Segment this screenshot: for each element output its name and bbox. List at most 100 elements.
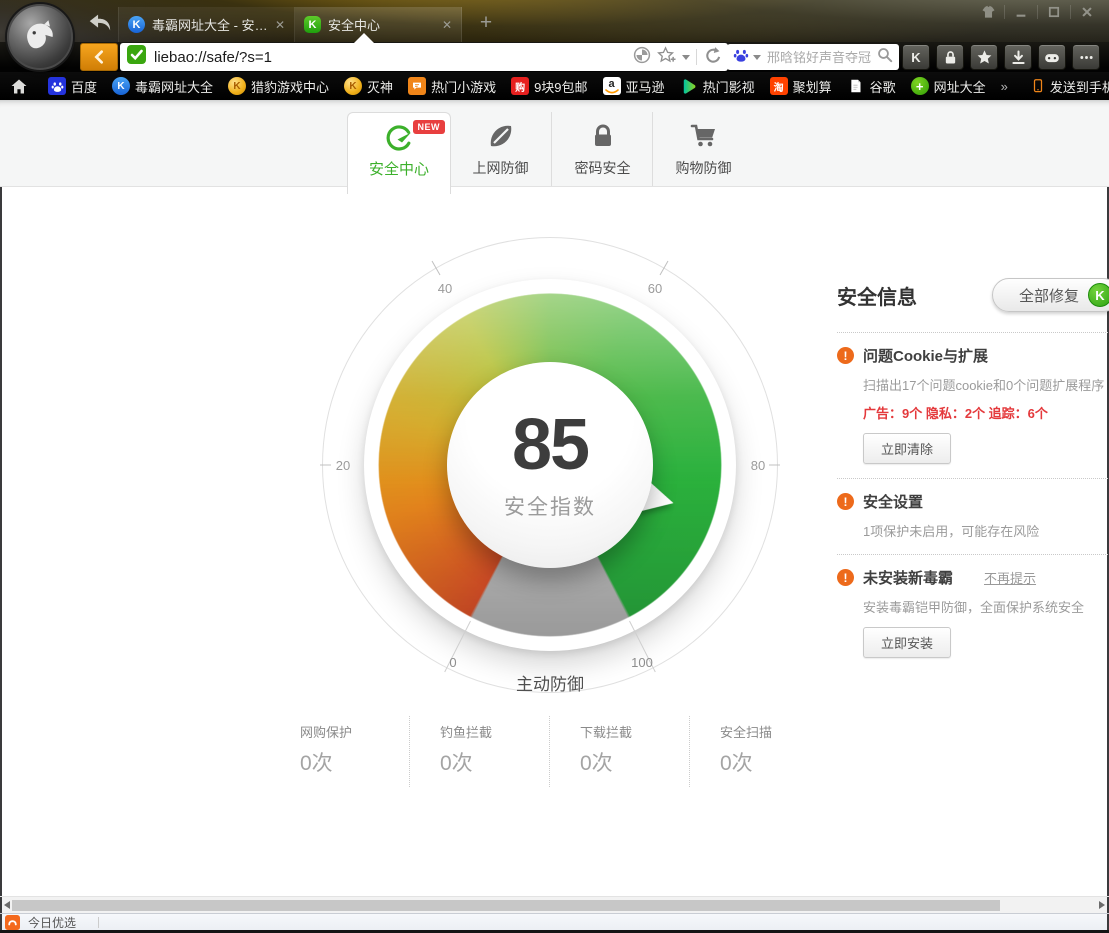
bookmark-mieshen[interactable]: K 灭神 [344, 77, 393, 96]
gou-shopping-icon: 购 [511, 77, 529, 95]
bookmark-label: 网址大全 [934, 77, 986, 96]
tab-label: 购物防御 [653, 158, 754, 178]
item-title: 未安装新毒霸 [863, 567, 953, 588]
tick-0: 0 [449, 655, 456, 670]
back-history-icon[interactable] [86, 10, 112, 39]
privacy-lock-button[interactable] [936, 44, 964, 70]
alert-icon: ! [837, 493, 854, 510]
tab-close-icon[interactable]: ✕ [442, 18, 452, 32]
bookmark-site-nav[interactable]: + 网址大全 [911, 77, 986, 96]
bookmark-google[interactable]: 谷歌 [847, 77, 896, 96]
duba-k-icon: K [112, 77, 130, 95]
url-input[interactable] [152, 48, 627, 67]
bookmark-game-center[interactable]: K 猎豹游戏中心 [228, 77, 329, 96]
more-menu-button[interactable] [1072, 44, 1100, 70]
new-tab-button[interactable]: + [472, 9, 500, 37]
tab-safe-center[interactable]: NEW 安全中心 [347, 112, 451, 194]
tick-100: 100 [631, 655, 653, 670]
chevron-down-icon[interactable] [682, 55, 690, 60]
scrollbar-thumb[interactable] [12, 900, 1000, 911]
safe-k-icon: K [304, 16, 321, 33]
bookmarks-overflow-chevrons[interactable]: » [1001, 79, 1009, 94]
scroll-left-arrow[interactable] [4, 901, 10, 909]
daily-picks-label[interactable]: 今日优选 [28, 914, 76, 931]
cheetah-boost-icon[interactable] [633, 46, 651, 69]
theme-shirt-icon[interactable] [978, 3, 998, 21]
navigation-bar: K [0, 42, 1109, 72]
stat-label: 网购保护 [300, 722, 409, 741]
bookmark-hot-video[interactable]: 热门影视 [680, 77, 755, 96]
cheetah-icon [19, 16, 61, 58]
browser-tab-title: 毒霸网址大全 - 安全... [152, 15, 268, 34]
kingsoft-k-button[interactable]: K [902, 44, 930, 70]
security-score-label: 安全指数 [504, 491, 596, 521]
browser-chrome: K 毒霸网址大全 - 安全... ✕ K 安全中心 ✕ + [0, 0, 1109, 72]
tick-60: 60 [648, 281, 662, 296]
bookmark-mini-games[interactable]: 热门小游戏 [408, 77, 496, 96]
status-bar: 今日优选 [0, 913, 1109, 930]
dont-remind-link[interactable]: 不再提示 [984, 568, 1036, 587]
bookmark-label: 聚划算 [793, 77, 832, 96]
amazon-icon: a [603, 77, 621, 95]
horizontal-scrollbar[interactable] [0, 896, 1109, 913]
daily-picks-bag-icon [5, 915, 20, 930]
bookmark-label: 热门影视 [703, 77, 755, 96]
security-score: 85 [512, 409, 588, 481]
gauge-center: 85 安全指数 [447, 362, 653, 568]
search-input[interactable] [765, 49, 873, 66]
tab-shopping-defense[interactable]: 购物防御 [652, 112, 754, 186]
active-tab-pointer [354, 33, 374, 43]
bookmark-star-add-icon[interactable] [657, 46, 676, 69]
clean-now-button[interactable]: 立即清除 [863, 433, 951, 464]
scroll-right-arrow[interactable] [1099, 901, 1105, 909]
bookmarks-bar: 百度 K 毒霸网址大全 K 猎豹游戏中心 K 灭神 热门小游戏 购 9块9包邮 … [0, 72, 1109, 100]
search-engine-dropdown-icon[interactable] [753, 55, 761, 60]
play-video-icon [680, 77, 698, 95]
maximize-button[interactable] [1044, 3, 1064, 21]
tab-close-icon[interactable]: ✕ [275, 18, 285, 32]
phone-icon [1031, 77, 1045, 95]
search-magnifier-icon[interactable] [877, 47, 893, 68]
bookmark-duba-sites[interactable]: K 毒霸网址大全 [112, 77, 213, 96]
bookmark-juhuasuan[interactable]: 淘 聚划算 [770, 77, 832, 96]
tab-password-safety[interactable]: 密码安全 [551, 112, 653, 186]
cart-icon [653, 121, 754, 151]
browser-tab-safe-center[interactable]: K 安全中心 ✕ [295, 7, 462, 42]
stat-shopping-protection: 网购保护 0次 [270, 716, 410, 787]
search-box[interactable] [727, 44, 899, 70]
games-gamepad-button[interactable] [1038, 44, 1066, 70]
stat-value: 0次 [300, 747, 409, 777]
security-info-panel: 安全信息 全部修复 K ! 问题Cookie与扩展 扫描出17个问题cookie… [837, 278, 1109, 672]
install-now-button[interactable]: 立即安装 [863, 627, 951, 658]
minimize-button[interactable] [1011, 3, 1031, 21]
bookmark-amazon[interactable]: a 亚马逊 [603, 77, 665, 96]
baidu-paw-icon[interactable] [733, 47, 749, 68]
refresh-icon[interactable] [703, 46, 721, 69]
bookmark-label: 灭神 [367, 77, 393, 96]
nav-back-button[interactable] [80, 43, 118, 71]
duba-k-icon: K [128, 16, 145, 33]
bookmark-baidu[interactable]: 百度 [48, 77, 97, 96]
send-to-phone[interactable]: 发送到手机 [1031, 77, 1109, 96]
send-to-phone-label: 发送到手机 [1050, 77, 1109, 96]
bookmark-label: 百度 [71, 77, 97, 96]
close-button[interactable] [1077, 3, 1097, 21]
chat-bubble-icon [408, 77, 426, 95]
stat-value: 0次 [440, 747, 549, 777]
home-icon[interactable] [10, 78, 28, 95]
address-bar[interactable] [120, 43, 728, 71]
item-title: 安全设置 [863, 491, 923, 512]
stat-label: 下载拦截 [580, 722, 689, 741]
download-button[interactable] [1004, 44, 1032, 70]
tab-web-defense[interactable]: 上网防御 [450, 112, 551, 186]
item-desc: 1项保护未启用，可能存在风险 [863, 521, 1109, 540]
bookmark-label: 谷歌 [870, 77, 896, 96]
browser-window: K 毒霸网址大全 - 安全... ✕ K 安全中心 ✕ + [0, 0, 1109, 933]
divider [98, 917, 99, 928]
cheetah-browser-logo[interactable] [7, 4, 73, 70]
item-detail: 广告：9个 隐私：2个 追踪：6个 [863, 403, 1109, 422]
browser-tab-duba[interactable]: K 毒霸网址大全 - 安全... ✕ [118, 7, 295, 42]
fix-all-button[interactable]: 全部修复 K [992, 278, 1109, 312]
favorites-star-button[interactable] [970, 44, 998, 70]
bookmark-9kuai9[interactable]: 购 9块9包邮 [511, 77, 587, 96]
